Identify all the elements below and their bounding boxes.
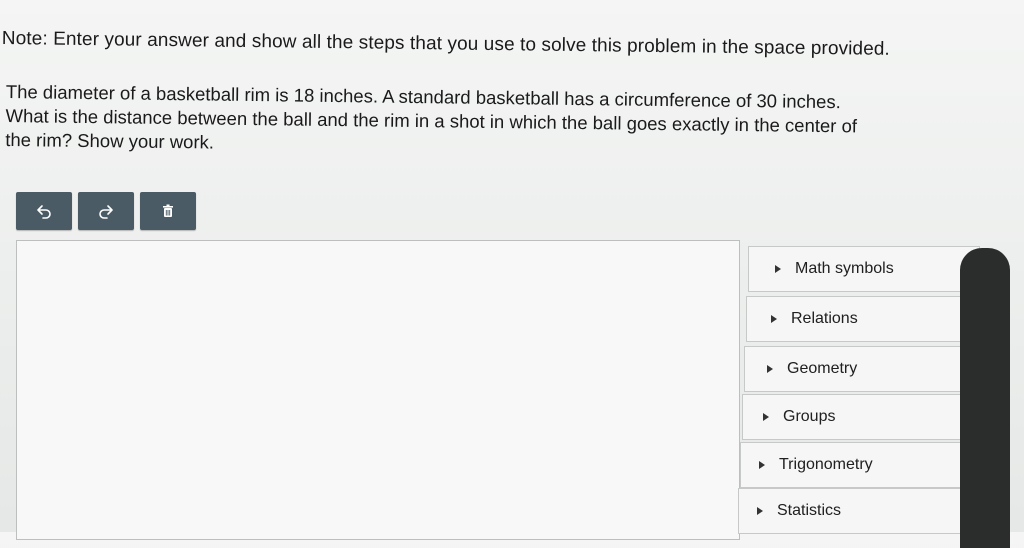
redo-button[interactable] [78,192,134,230]
undo-button[interactable] [16,192,72,230]
trash-icon [163,204,173,217]
palette-item-label: Relations [791,310,858,327]
caret-right-icon [767,365,773,373]
palette-trigonometry[interactable]: Trigonometry [740,442,966,488]
editor-toolbar [16,192,196,230]
palette-item-label: Geometry [787,360,858,377]
caret-right-icon [759,461,765,469]
palette-geometry[interactable]: Geometry [744,346,974,392]
scrollbar[interactable] [960,248,1010,548]
palette-item-label: Trigonometry [779,456,873,473]
undo-icon [37,205,51,219]
caret-right-icon [775,265,781,273]
question-text: The diameter of a basketball rim is 18 i… [5,80,1011,164]
palette-item-label: Math symbols [795,260,894,277]
palette-groups[interactable]: Groups [742,394,970,440]
caret-right-icon [763,413,769,421]
palette-item-label: Groups [783,408,836,425]
caret-right-icon [771,315,777,323]
palette-item-label: Statistics [777,502,842,519]
instruction-note: Note: Enter your answer and show all the… [1,28,890,60]
palette-relations[interactable]: Relations [746,296,978,342]
caret-right-icon [757,507,763,515]
palette-statistics[interactable]: Statistics [738,488,962,534]
palette-math-symbols[interactable]: Math symbols [748,246,980,292]
answer-text-area[interactable] [16,240,740,540]
delete-button[interactable] [140,192,196,230]
redo-icon [99,205,113,219]
